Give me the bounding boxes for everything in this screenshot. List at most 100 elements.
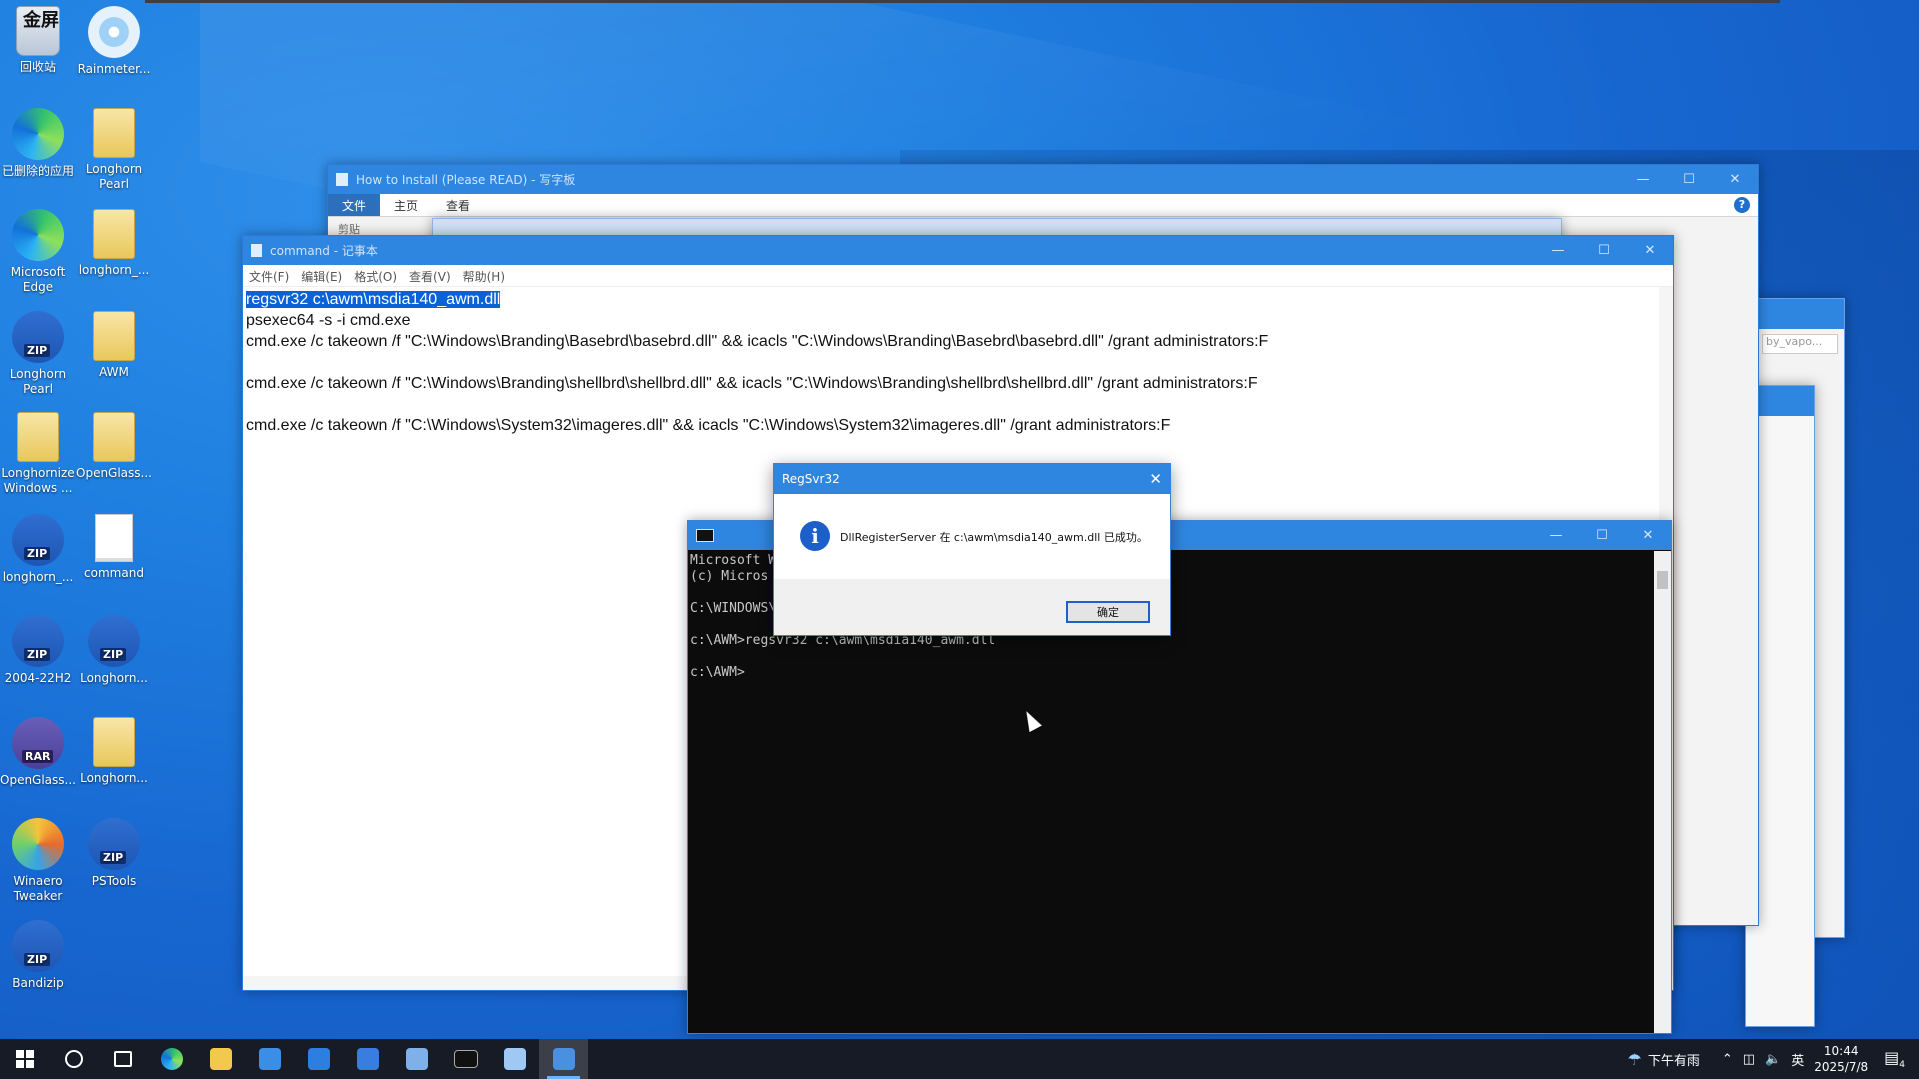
edge-icon [12,107,64,160]
minimize-icon[interactable]: — [1533,521,1579,550]
close-icon[interactable]: ✕ [1712,165,1758,194]
menu-view[interactable]: 查看(V) [403,265,457,286]
desktop-icon-label: PSTools [91,874,137,888]
ok-button[interactable]: 确定 [1066,601,1150,623]
taskbar-button-regedit[interactable] [392,1039,441,1079]
taskbar-button-mail[interactable] [294,1039,343,1079]
desktop-icon[interactable]: Longhorn... [75,716,153,786]
desktop-icon-label: Rainmeter... [77,62,151,76]
taskbar-button-search[interactable] [49,1039,98,1079]
desktop-icon[interactable]: 已删除的应用 [0,107,77,179]
desktop-icon[interactable]: Bandizip [0,919,77,991]
desktop-icon[interactable]: longhorn_... [0,513,77,585]
explorer-titlebar[interactable] [1756,299,1844,329]
zip-icon [12,615,64,667]
desktop-icon-label: Longhorn... [80,770,148,785]
desktop-icon[interactable]: Longhorn... [75,615,153,686]
explorer-search-input[interactable]: by_vapo... [1762,334,1838,354]
desktop-icon-label: command [84,565,144,580]
minimize-icon[interactable]: — [1620,165,1666,194]
close-icon[interactable]: ✕ [1149,470,1162,488]
desktop-icon[interactable]: Longhorn Pearl [0,310,77,397]
bandizip-icon [12,919,64,972]
cmd-vertical-scrollbar[interactable] [1654,551,1671,1033]
cmd-icon [696,529,714,542]
desktop-icon[interactable]: longhorn_... [75,209,153,278]
desktop-icon-label: 回收站 [19,60,56,74]
chevron-up-icon[interactable]: ⌃ [1722,1052,1733,1067]
taskbar-button-store[interactable] [245,1039,294,1079]
maximize-icon[interactable]: ☐ [1581,236,1627,265]
bandizip-icon [356,1048,379,1070]
close-icon[interactable]: ✕ [1627,236,1673,265]
menu-format[interactable]: 格式(O) [348,265,403,286]
desktop-icon-label: Winaero Tweaker [13,874,63,903]
notification-center-icon[interactable]: ▤4 [1884,1048,1905,1070]
notepad-titlebar[interactable]: command - 记事本 — ☐ ✕ [243,236,1673,265]
minimize-icon[interactable]: — [1535,236,1581,265]
desktop-icon[interactable]: Microsoft Edge [0,209,77,295]
tab-view[interactable]: 查看 [432,194,484,216]
taskbar-button-task-view[interactable] [98,1039,147,1079]
terminal-icon [453,1050,478,1068]
desktop-icon-label: 2004-22H2 [4,671,72,685]
desktop-icon[interactable]: 金屏 回收站 [0,6,77,75]
zip-icon [12,310,64,363]
maximize-icon[interactable]: ☐ [1579,521,1625,550]
taskbar-button-start[interactable] [0,1039,49,1079]
rainmeter-icon [88,6,140,58]
text-file-icon [95,513,133,562]
winaero-icon [12,818,64,870]
text-line: cmd.exe /c takeown /f "C:\Windows\Brandi… [246,375,1258,392]
desktop-icon[interactable]: OpenGlass... [75,412,153,481]
desktop-icon[interactable]: Winaero Tweaker [0,818,77,904]
close-icon[interactable]: ✕ [1625,521,1671,550]
text-line: psexec64 -s -i cmd.exe [246,312,411,329]
desktop-icon[interactable]: 2004-22H2 [0,615,77,686]
taskbar-button-terminal[interactable] [441,1039,490,1079]
desktop-icon[interactable]: PSTools [75,818,153,889]
ime-indicator[interactable]: 英 [1791,1050,1804,1069]
taskbar-button-edge[interactable] [147,1039,196,1079]
weather-text[interactable]: 下午有雨 [1648,1050,1700,1069]
scrollbar-thumb[interactable] [1657,571,1668,589]
network-icon[interactable]: ◫ [1743,1052,1755,1067]
desktop-icon[interactable]: AWM [75,310,153,380]
search-icon [64,1050,83,1068]
taskbar-button-wordpad[interactable] [539,1039,588,1079]
taskbar-button-file-explorer[interactable] [196,1039,245,1079]
menu-file[interactable]: 文件(F) [243,265,295,286]
desktop-icon[interactable]: OpenGlass... [0,716,77,788]
desktop-icon[interactable]: Longhorn Pearl [75,107,153,192]
regsvr32-dialog[interactable]: RegSvr32 ✕ i DllRegisterServer 在 c:\awm\… [773,463,1171,636]
clock[interactable]: 10:44 2025/7/8 [1814,1043,1868,1075]
task-view-icon [113,1051,132,1067]
dialog-body: i DllRegisterServer 在 c:\awm\msdia140_aw… [774,494,1170,579]
help-icon[interactable]: ? [1734,197,1750,213]
taskbar-button-bandizip[interactable] [343,1039,392,1079]
folder-icon [93,310,135,361]
menu-help[interactable]: 帮助(H) [457,265,511,286]
desktop-icon[interactable]: Rainmeter... [75,6,153,77]
folder-icon [93,209,135,259]
desktop-icon[interactable]: command [75,513,153,581]
tab-file[interactable]: 文件 [328,194,381,216]
text-line [246,352,1656,373]
tab-home[interactable]: 主页 [380,194,432,216]
windows-logo-icon [15,1050,34,1068]
edge-icon [12,209,64,261]
desktop-icon[interactable]: Longhornize Windows ... [0,412,77,496]
volume-icon[interactable]: 🔈 [1765,1052,1781,1067]
desktop-icon-label: OpenGlass... [76,466,152,480]
maximize-icon[interactable]: ☐ [1666,165,1712,194]
info-icon: i [800,521,830,551]
desktop-icon-label: Microsoft Edge [10,265,66,294]
text-line: regsvr32 c:\awm\msdia140_awm.dll [246,289,1656,310]
menu-edit[interactable]: 编辑(E) [295,265,348,286]
taskbar: ☂ 下午有雨 ⌃ ◫ 🔈 英 10:44 2025/7/8 ▤4 [0,1039,1919,1079]
taskbar-apps [0,1039,588,1079]
clock-time: 10:44 [1823,1044,1859,1058]
taskbar-button-notepad[interactable] [490,1039,539,1079]
dialog-titlebar[interactable]: RegSvr32 ✕ [774,464,1170,494]
wordpad-titlebar[interactable]: How to Install (Please READ) - 写字板 — ☐ ✕ [328,165,1758,194]
